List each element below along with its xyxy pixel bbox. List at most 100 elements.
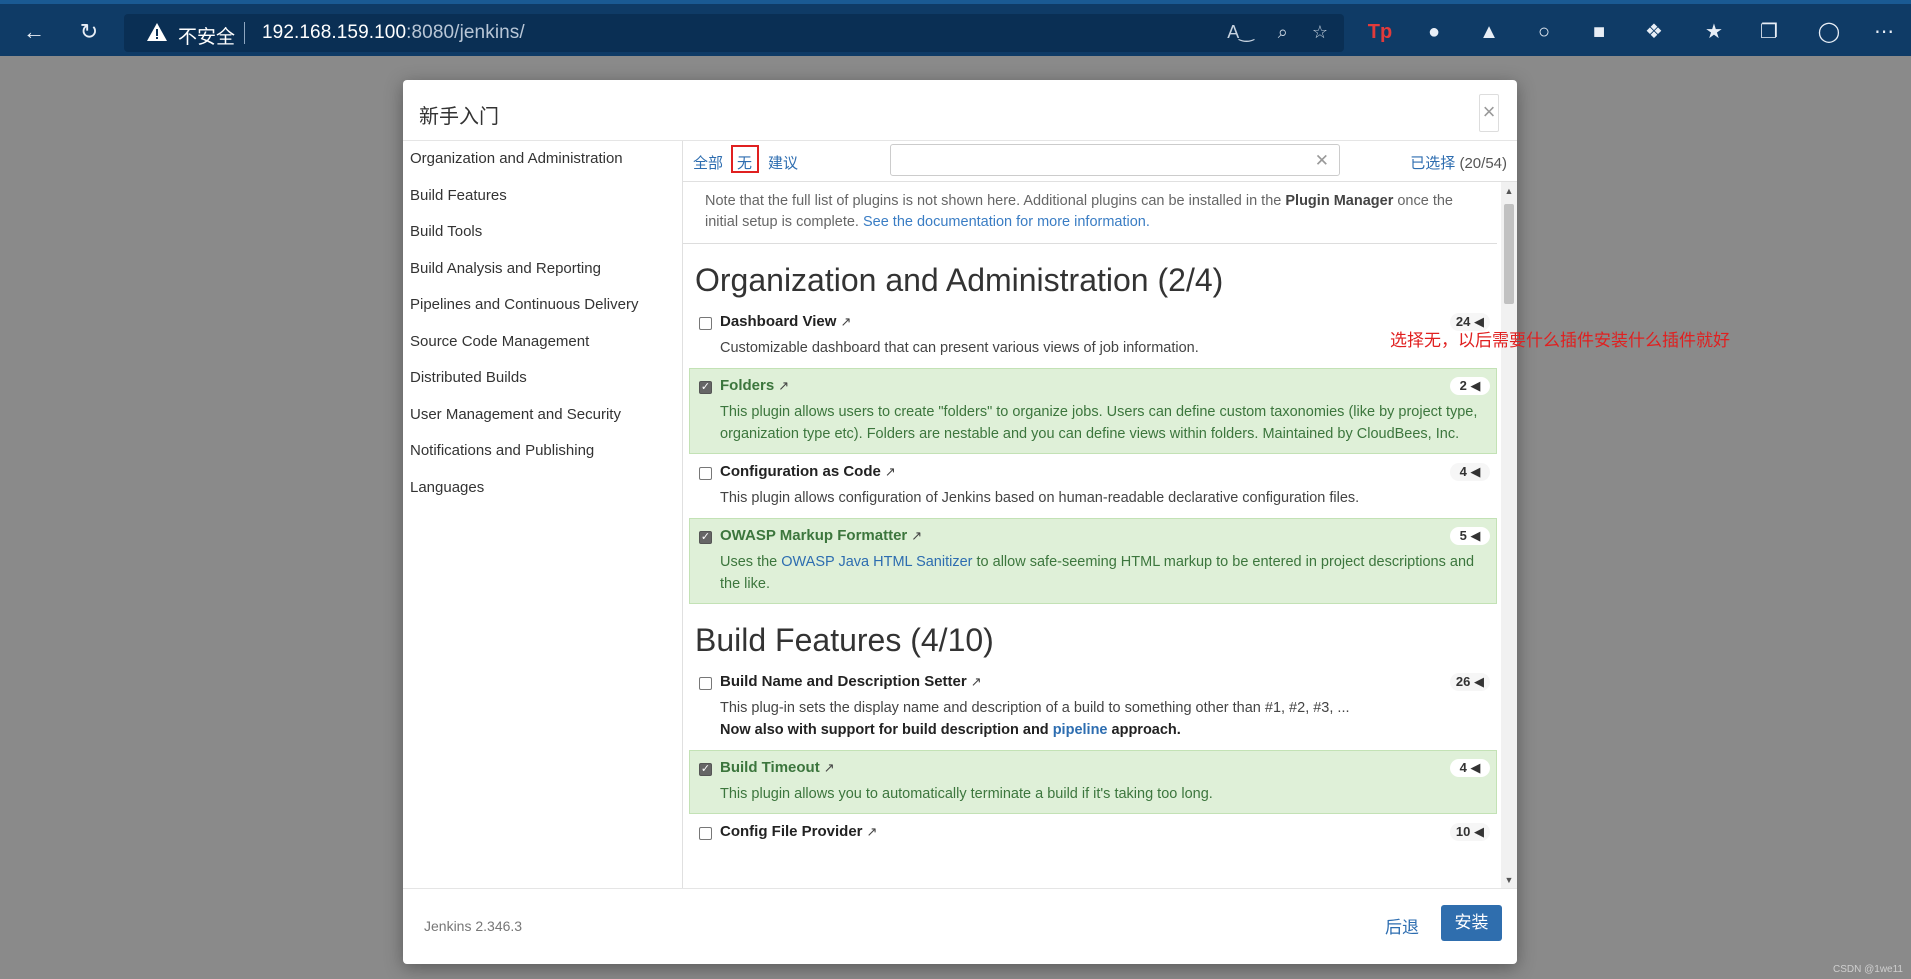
select-none-link[interactable]: 无 bbox=[737, 152, 752, 173]
plugin-checkbox-checked[interactable]: ✓ bbox=[699, 531, 712, 544]
plugin-list[interactable]: Note that the full list of plugins is no… bbox=[683, 182, 1501, 889]
select-all-link[interactable]: 全部 bbox=[693, 152, 723, 173]
plugin-item-selected[interactable]: ✓ Build Timeout ↗ 4 ◀ This plugin allows … bbox=[689, 750, 1497, 814]
sidebar-item-scm[interactable]: Source Code Management bbox=[403, 324, 682, 361]
plugin-content: 全部 无 建议 ✕ 已选择 (20/54) Note that the full… bbox=[683, 141, 1517, 889]
sidebar-item-languages[interactable]: Languages bbox=[403, 470, 682, 507]
plugin-checkbox-checked[interactable]: ✓ bbox=[699, 763, 712, 776]
extension-web-icon[interactable]: ○ bbox=[1530, 18, 1558, 46]
favorite-add-icon[interactable]: ☆ bbox=[1312, 22, 1328, 43]
sidebar-item-build-analysis[interactable]: Build Analysis and Reporting bbox=[403, 251, 682, 288]
selected-label: 已选择 bbox=[1410, 155, 1456, 172]
dialog-footer: Jenkins 2.346.3 后退 安装 bbox=[403, 888, 1517, 964]
plugin-item[interactable]: Build Name and Description Setter ↗ 26 ◀ … bbox=[689, 664, 1497, 750]
annotation-text: 选择无，以后需要什么插件安装什么插件就好 bbox=[1390, 331, 1730, 350]
collections-icon[interactable]: ❐ bbox=[1755, 18, 1783, 46]
note-text: Note that the full list of plugins is no… bbox=[705, 193, 1286, 209]
plugin-description: This plug-in sets the display name and d… bbox=[720, 697, 1496, 741]
badge-count: 10 bbox=[1455, 824, 1471, 839]
scrollbar-thumb[interactable] bbox=[1504, 204, 1514, 304]
dependency-badge[interactable]: 4 ◀ bbox=[1450, 463, 1490, 481]
section-title: Organization and Administration (2/4) bbox=[695, 262, 1224, 298]
plugin-description: This plugin allows configuration of Jenk… bbox=[720, 490, 1360, 506]
plugin-item[interactable]: Dashboard View ↗ 24 ◀ Customizable dashbo… bbox=[689, 304, 1497, 368]
dependency-badge[interactable]: 26 ◀ bbox=[1449, 673, 1490, 691]
category-sidebar: Organization and Administration Build Fe… bbox=[403, 141, 683, 889]
dependency-badge[interactable]: 5 ◀ bbox=[1450, 527, 1490, 545]
sidebar-item-distributed-builds[interactable]: Distributed Builds bbox=[403, 360, 682, 397]
sidebar-item-organization[interactable]: Organization and Administration bbox=[403, 141, 682, 178]
favorites-icon[interactable]: ★ bbox=[1700, 18, 1728, 46]
plugin-description: This plugin allows you to automatically … bbox=[720, 786, 1213, 802]
scroll-up-icon[interactable]: ▲ bbox=[1504, 186, 1514, 196]
external-link-icon[interactable]: ↗ bbox=[778, 378, 789, 393]
dependency-badge[interactable]: 10 ◀ bbox=[1449, 823, 1490, 841]
dependency-badge[interactable]: 2 ◀ bbox=[1450, 377, 1490, 395]
external-link-icon[interactable]: ↗ bbox=[911, 528, 922, 543]
plugin-item[interactable]: Configuration as Code ↗ 4 ◀ This plugin a… bbox=[689, 454, 1497, 518]
close-button[interactable]: × bbox=[1479, 94, 1499, 132]
plugin-description: Customizable dashboard that can present … bbox=[720, 340, 1199, 356]
extension-mountain-icon[interactable]: ▲ bbox=[1475, 18, 1503, 46]
url-text[interactable]: 192.168.159.100:8080/jenkins/ bbox=[262, 22, 525, 44]
extension-person-icon[interactable]: ■ bbox=[1585, 18, 1613, 46]
plugin-item-selected[interactable]: ✓ Folders ↗ 2 ◀ This plugin allows users … bbox=[689, 368, 1497, 454]
plugin-name: Configuration as Code bbox=[720, 463, 881, 480]
back-button[interactable]: 后退 bbox=[1385, 913, 1419, 938]
selected-count-link[interactable]: 已选择 (20/54) bbox=[1410, 152, 1507, 173]
insecure-label: 不安全 bbox=[178, 27, 236, 48]
plugin-checkbox[interactable] bbox=[699, 827, 712, 840]
sidebar-item-user-management[interactable]: User Management and Security bbox=[403, 397, 682, 434]
back-arrow-icon[interactable]: ← bbox=[20, 18, 48, 46]
scroll-down-icon[interactable]: ▼ bbox=[1504, 875, 1514, 885]
badge-count: 5 bbox=[1459, 528, 1467, 543]
plugin-checkbox-checked[interactable]: ✓ bbox=[699, 381, 712, 394]
plugin-checkbox[interactable] bbox=[699, 317, 712, 330]
plugin-description: This plugin allows users to create "fold… bbox=[720, 404, 1478, 442]
extension-tp-icon[interactable]: Tp bbox=[1366, 18, 1394, 46]
install-button[interactable]: 安装 bbox=[1441, 905, 1502, 941]
plugin-description: Uses the OWASP Java HTML Sanitizer to al… bbox=[720, 551, 1496, 595]
read-aloud-icon[interactable]: A‿ bbox=[1227, 22, 1253, 43]
warning-icon bbox=[147, 23, 167, 41]
refresh-icon[interactable]: ↻ bbox=[75, 18, 103, 46]
clear-search-icon[interactable]: ✕ bbox=[1315, 151, 1329, 171]
select-suggested-link[interactable]: 建议 bbox=[768, 152, 798, 173]
external-link-icon[interactable]: ↗ bbox=[840, 314, 851, 329]
profile-avatar-icon[interactable]: ◯ bbox=[1815, 18, 1843, 46]
plugin-checkbox[interactable] bbox=[699, 677, 712, 690]
documentation-link[interactable]: See the documentation for more informati… bbox=[863, 214, 1150, 230]
external-link-icon[interactable]: ↗ bbox=[885, 464, 896, 479]
plugin-toolbar: 全部 无 建议 ✕ 已选择 (20/54) bbox=[683, 141, 1517, 182]
more-menu-icon[interactable]: ⋯ bbox=[1870, 18, 1898, 46]
sanitizer-link[interactable]: OWASP Java HTML Sanitizer bbox=[781, 554, 972, 570]
plugin-checkbox[interactable] bbox=[699, 467, 712, 480]
badge-count: 2 bbox=[1459, 378, 1467, 393]
sidebar-item-build-features[interactable]: Build Features bbox=[403, 178, 682, 215]
selected-count-value: (20/54) bbox=[1459, 155, 1507, 172]
address-actions: A‿ ⌕ ☆ bbox=[1227, 22, 1328, 43]
vertical-scrollbar[interactable]: ▲ ▼ bbox=[1501, 182, 1517, 889]
plugin-name: Build Name and Description Setter bbox=[720, 673, 967, 690]
sidebar-item-pipelines[interactable]: Pipelines and Continuous Delivery bbox=[403, 287, 682, 324]
badge-count: 4 bbox=[1459, 760, 1467, 775]
plugin-search-input[interactable]: ✕ bbox=[890, 144, 1340, 176]
plugin-name: Dashboard View bbox=[720, 313, 837, 330]
badge-count: 26 bbox=[1455, 674, 1471, 689]
pipeline-link[interactable]: pipeline bbox=[1053, 722, 1108, 738]
external-link-icon[interactable]: ↗ bbox=[824, 760, 835, 775]
dependency-badge[interactable]: 4 ◀ bbox=[1450, 759, 1490, 777]
plugin-item-selected[interactable]: ✓ OWASP Markup Formatter ↗ 5 ◀ Uses the O… bbox=[689, 518, 1497, 604]
address-bar[interactable]: 不安全 192.168.159.100:8080/jenkins/ A‿ ⌕ ☆ bbox=[124, 14, 1344, 52]
zoom-out-icon[interactable]: ⌕ bbox=[1278, 22, 1288, 43]
extensions-puzzle-icon[interactable]: ❖ bbox=[1640, 18, 1668, 46]
extension-globe-color-icon[interactable]: ● bbox=[1420, 18, 1448, 46]
external-link-icon[interactable]: ↗ bbox=[867, 824, 878, 839]
external-link-icon[interactable]: ↗ bbox=[971, 674, 982, 689]
sidebar-item-notifications[interactable]: Notifications and Publishing bbox=[403, 433, 682, 470]
desc-bold-text: Now also with support for build descript… bbox=[720, 722, 1053, 738]
plugin-name: Config File Provider bbox=[720, 823, 863, 840]
sidebar-item-build-tools[interactable]: Build Tools bbox=[403, 214, 682, 251]
setup-wizard-dialog: 新手入门 × Organization and Administration B… bbox=[403, 80, 1517, 964]
plugin-item[interactable]: Config File Provider ↗ 10 ◀ bbox=[689, 814, 1497, 850]
